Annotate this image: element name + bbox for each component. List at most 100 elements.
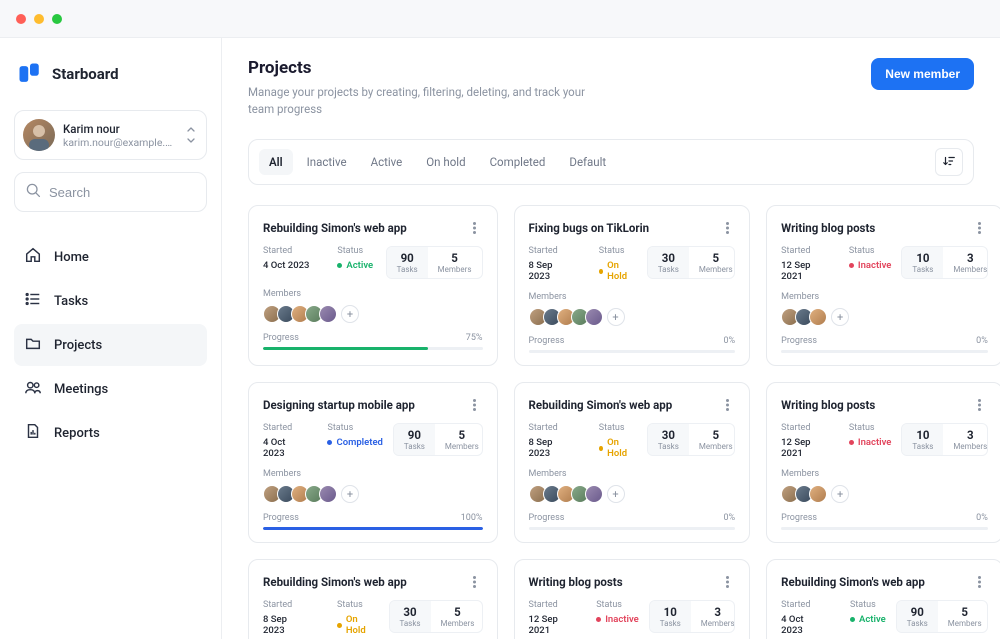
tasks-label: Tasks [660, 619, 681, 628]
project-card[interactable]: Rebuilding Simon's web app Started 4 Oct… [766, 559, 1000, 639]
nav-item-reports[interactable]: Reports [14, 412, 207, 454]
project-card[interactable]: Writing blog posts Started 12 Sep 2021 S… [766, 205, 1000, 366]
project-card[interactable]: Rebuilding Simon's web app Started 8 Sep… [248, 559, 498, 639]
add-member-button[interactable]: + [831, 308, 849, 326]
card-menu-button[interactable] [972, 220, 988, 236]
started-date: 8 Sep 2023 [529, 260, 571, 282]
members-label: Members [445, 442, 479, 451]
started-label: Started [263, 246, 309, 256]
card-menu-button[interactable] [719, 574, 735, 590]
project-card[interactable]: Rebuilding Simon's web app Started 4 Oct… [248, 205, 498, 366]
card-menu-button[interactable] [972, 397, 988, 413]
tasks-count: 30 [662, 251, 675, 265]
card-menu-button[interactable] [972, 574, 988, 590]
status-label: Status [327, 423, 382, 433]
project-card[interactable]: Fixing bugs on TikLorin Started 8 Sep 20… [514, 205, 751, 366]
sort-button[interactable] [935, 148, 963, 176]
filter-tab-inactive[interactable]: Inactive [297, 149, 357, 175]
filter-tab-on-hold[interactable]: On hold [416, 149, 475, 175]
members-count: 3 [967, 251, 974, 265]
user-switcher[interactable]: Karim nour karim.nour@example.com [14, 110, 207, 160]
card-menu-button[interactable] [467, 220, 483, 236]
sidebar: Starboard Karim nour karim.nour@example.… [0, 38, 222, 639]
project-title: Writing blog posts [781, 221, 875, 235]
started-date: 12 Sep 2021 [781, 437, 821, 459]
counters: 90 Tasks 5 Members [896, 600, 988, 633]
started-date: 4 Oct 2023 [781, 614, 822, 636]
members-heading: Members [529, 469, 736, 479]
search-input[interactable] [49, 185, 196, 200]
filter-tab-completed[interactable]: Completed [480, 149, 556, 175]
nav-item-home[interactable]: Home [14, 236, 207, 278]
member-avatar [585, 485, 603, 503]
traffic-lights[interactable] [16, 14, 62, 24]
nav-item-tasks[interactable]: Tasks [14, 280, 207, 322]
tasks-count: 10 [916, 428, 929, 442]
project-title: Designing startup mobile app [263, 398, 415, 412]
started-date: 8 Sep 2023 [263, 614, 309, 636]
card-menu-button[interactable] [719, 397, 735, 413]
started-label: Started [529, 246, 571, 256]
project-card[interactable]: Writing blog posts Started 12 Sep 2021 S… [766, 382, 1000, 543]
add-member-button[interactable]: + [831, 485, 849, 503]
started-label: Started [263, 423, 299, 433]
progress-percent: 0% [724, 513, 736, 523]
add-member-button[interactable]: + [341, 305, 359, 323]
filter-tab-default[interactable]: Default [559, 149, 616, 175]
card-menu-button[interactable] [467, 397, 483, 413]
progress-percent: 0% [724, 336, 736, 346]
counters: 30 Tasks 5 Members [647, 246, 735, 279]
main-content: Projects Manage your projects by creatin… [222, 38, 1000, 639]
filter-tab-active[interactable]: Active [361, 149, 413, 175]
started-date: 12 Sep 2021 [781, 260, 821, 282]
member-avatar [319, 305, 337, 323]
tasks-label: Tasks [658, 265, 679, 274]
progress-percent: 100% [461, 513, 483, 523]
tasks-label: Tasks [404, 442, 425, 451]
filter-tab-all[interactable]: All [259, 149, 293, 175]
progress-bar [263, 527, 483, 530]
project-card[interactable]: Rebuilding Simon's web app Started 8 Sep… [514, 382, 751, 543]
minimize-window-icon[interactable] [34, 14, 44, 24]
status-value: Completed [327, 437, 382, 448]
tasks-count: 30 [662, 428, 675, 442]
status-value: On Hold [337, 614, 378, 636]
document-icon [24, 422, 42, 444]
window-titlebar [0, 0, 1000, 38]
add-member-button[interactable]: + [607, 308, 625, 326]
progress-bar [529, 527, 736, 530]
tasks-label: Tasks [907, 619, 928, 628]
search-input-container[interactable] [14, 172, 207, 212]
counters: 10 Tasks 3 Members [901, 246, 987, 279]
members-count: 5 [459, 428, 466, 442]
member-avatar [809, 485, 827, 503]
folder-icon [24, 334, 42, 356]
members-label: Members [953, 442, 987, 451]
members-count: 3 [967, 428, 974, 442]
nav-item-projects[interactable]: Projects [14, 324, 207, 366]
members-heading: Members [263, 289, 483, 299]
page-header: Projects Manage your projects by creatin… [248, 58, 974, 117]
add-member-button[interactable]: + [607, 485, 625, 503]
nav-label: Tasks [54, 294, 88, 309]
brand-name: Starboard [52, 65, 119, 83]
progress-percent: 0% [976, 336, 988, 346]
members-count: 5 [961, 605, 968, 619]
tasks-label: Tasks [397, 265, 418, 274]
members-count: 5 [454, 605, 461, 619]
card-menu-button[interactable] [467, 574, 483, 590]
tasks-count: 30 [403, 605, 416, 619]
close-window-icon[interactable] [16, 14, 26, 24]
member-avatar [585, 308, 603, 326]
card-menu-button[interactable] [719, 220, 735, 236]
nav-item-meetings[interactable]: Meetings [14, 368, 207, 410]
project-card[interactable]: Designing startup mobile app Started 4 O… [248, 382, 498, 543]
maximize-window-icon[interactable] [52, 14, 62, 24]
add-member-button[interactable]: + [341, 485, 359, 503]
progress-bar [263, 347, 483, 350]
project-card[interactable]: Writing blog posts Started 12 Sep 2021 S… [514, 559, 751, 639]
new-member-button[interactable]: New member [871, 58, 974, 90]
nav-label: Meetings [54, 382, 108, 397]
members-count: 5 [712, 251, 719, 265]
status-value: On Hold [599, 437, 637, 459]
